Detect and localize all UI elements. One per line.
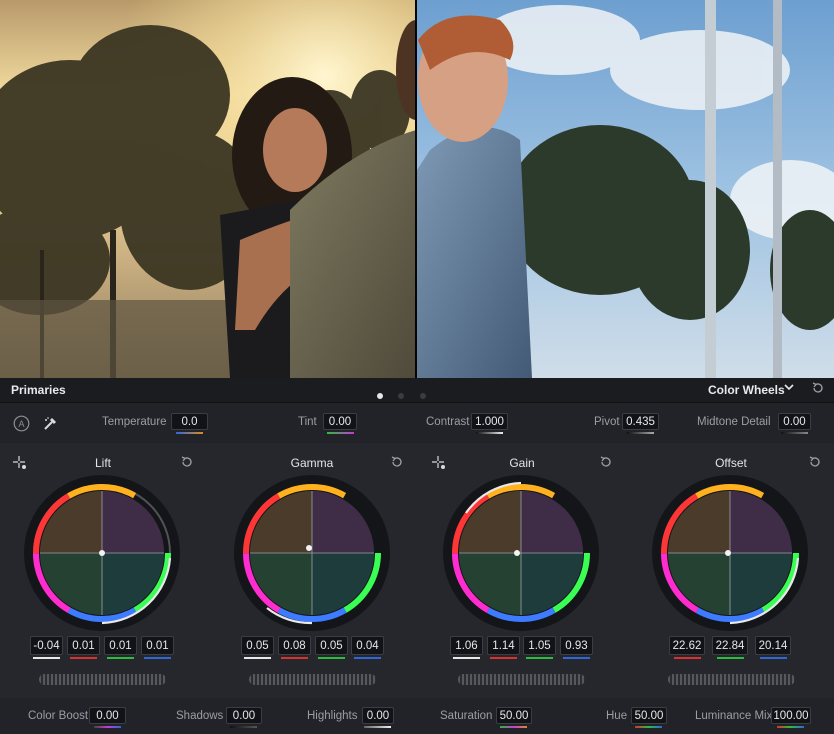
color-boost-field[interactable]: 0.00 [89,707,126,724]
contrast-field[interactable]: 1.000 [471,413,508,430]
temperature-label: Temperature [102,416,167,428]
lift-y-value[interactable]: -0.04 [30,636,63,655]
offset-g-indicator [717,657,744,659]
lift-g-indicator [107,657,134,659]
contrast-indicator [476,432,503,434]
shadows-indicator [230,726,257,728]
page-dot-3[interactable] [419,393,426,399]
contrast-label: Contrast [426,416,470,428]
lift-master-wheel[interactable] [39,674,166,685]
video-viewer [0,0,834,378]
tint-field[interactable]: 0.00 [323,413,357,430]
temperature-field[interactable]: 0.0 [171,413,208,430]
pivot-label: Pivot [594,416,620,428]
midtone-detail-label: Midtone Detail [697,416,771,428]
auto-balance-icon[interactable]: A [13,415,30,437]
primaries-panel: Primaries Color Wheels A Temperature 0.0… [0,378,834,734]
gamma-b-value[interactable]: 0.04 [351,636,384,655]
gamma-r-indicator [281,657,308,659]
lift-b-value[interactable]: 0.01 [141,636,174,655]
pivot-field[interactable]: 0.435 [622,413,659,430]
reset-all-icon[interactable] [811,381,825,395]
gamma-r-value[interactable]: 0.08 [278,636,311,655]
gain-b-value[interactable]: 0.93 [560,636,593,655]
luminance-mix-label: Luminance Mix [695,710,773,722]
luminance-mix-indicator [777,726,804,728]
offset-label: Offset [715,456,747,470]
offset-r-value[interactable]: 22.62 [669,636,705,655]
gamma-label: Gamma [290,456,334,470]
gamma-y-value[interactable]: 0.05 [241,636,274,655]
page-dot-2[interactable] [398,393,405,399]
gamma-reset-icon[interactable] [390,455,404,469]
gamma-g-value[interactable]: 0.05 [315,636,348,655]
lift-wheel[interactable] [22,473,182,633]
gain-b-indicator [563,657,590,659]
offset-master-wheel[interactable] [668,674,795,685]
crosshair-picker-icon[interactable] [13,456,27,470]
offset-reset-icon[interactable] [808,455,822,469]
gamma-master-wheel[interactable] [249,674,376,685]
temperature-indicator [176,432,203,434]
gain-wheel[interactable] [441,473,601,633]
gamma-y-indicator [244,657,271,659]
eyedropper-icon[interactable] [42,415,59,437]
viewer-frame [0,0,834,378]
hue-field[interactable]: 50.00 [631,707,667,724]
highlights-indicator [364,726,391,728]
color-wheels-area: Lift -0.04 0.01 0.01 0.01 Gamma 0.05 0.0… [0,444,834,698]
highlights-field[interactable]: 0.00 [362,707,394,724]
crosshair-picker-icon[interactable] [432,456,446,470]
top-params-row: A Temperature 0.0 Tint 0.00 Contrast 1.0… [0,403,834,443]
gain-g-value[interactable]: 1.05 [523,636,556,655]
gamma-g-indicator [318,657,345,659]
offset-b-indicator [760,657,787,659]
svg-text:A: A [18,419,24,429]
saturation-label: Saturation [440,710,493,722]
highlights-label: Highlights [307,710,358,722]
hue-indicator [635,726,662,728]
gain-y-indicator [453,657,480,659]
gain-g-indicator [526,657,553,659]
page-indicator [377,386,437,404]
panel-title: Primaries [11,383,66,397]
hue-label: Hue [606,710,628,722]
color-boost-label: Color Boost [28,710,89,722]
mode-selector[interactable]: Color Wheels [708,383,785,397]
color-boost-indicator [94,726,121,728]
gain-reset-icon[interactable] [599,455,613,469]
offset-r-indicator [674,657,701,659]
offset-wheel[interactable] [650,473,810,633]
tint-indicator [327,432,354,434]
shadows-label: Shadows [176,710,224,722]
lift-y-indicator [33,657,60,659]
lift-label: Lift [94,456,111,470]
saturation-indicator [500,726,527,728]
lift-reset-icon[interactable] [180,455,194,469]
saturation-field[interactable]: 50.00 [496,707,532,724]
shadows-field[interactable]: 0.00 [226,707,262,724]
offset-b-value[interactable]: 20.14 [755,636,791,655]
gain-y-value[interactable]: 1.06 [450,636,483,655]
lift-g-value[interactable]: 0.01 [104,636,137,655]
gamma-wheel[interactable] [232,473,392,633]
gain-r-indicator [490,657,517,659]
page-dot-1[interactable] [377,393,383,399]
luminance-mix-field[interactable]: 100.00 [771,707,811,724]
gain-label: Gain [509,456,535,470]
chevron-down-icon[interactable] [784,382,794,395]
midtone-detail-field[interactable]: 0.00 [778,413,811,430]
gain-master-wheel[interactable] [458,674,585,685]
lift-r-value[interactable]: 0.01 [67,636,100,655]
tint-label: Tint [298,416,317,428]
gamma-b-indicator [354,657,381,659]
midtone-detail-indicator [781,432,808,434]
gain-r-value[interactable]: 1.14 [487,636,520,655]
lift-b-indicator [144,657,171,659]
panel-header: Primaries Color Wheels [0,378,834,403]
offset-g-value[interactable]: 22.84 [712,636,748,655]
bottom-params-row: Color Boost 0.00 Shadows 0.00 Highlights… [0,698,834,734]
pivot-indicator [627,432,654,434]
lift-r-indicator [70,657,97,659]
